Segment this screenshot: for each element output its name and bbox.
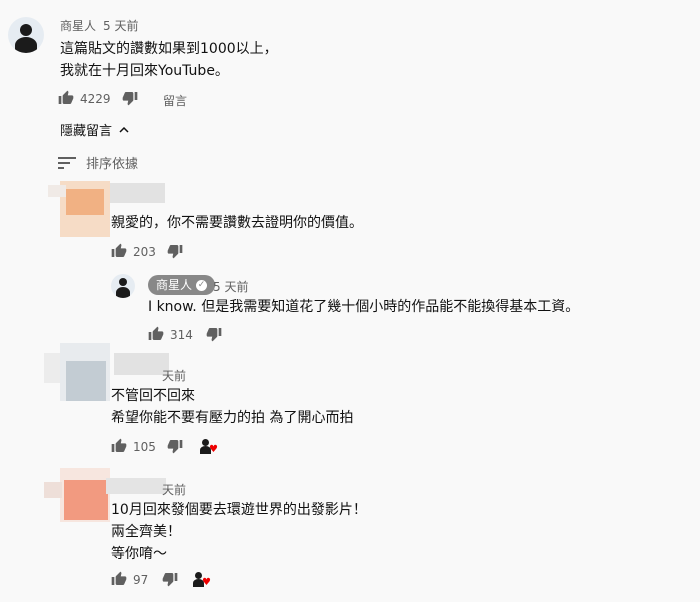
dislike-button[interactable] xyxy=(162,571,178,591)
dislike-button[interactable] xyxy=(167,438,183,458)
comment-line: 希望你能不要有壓力的拍 為了開心而拍 xyxy=(111,410,354,426)
avatar-creator[interactable] xyxy=(111,274,135,298)
thumbs-up-icon xyxy=(148,326,164,340)
like-button[interactable] xyxy=(58,90,74,110)
like-count: 314 xyxy=(170,328,193,342)
like-button[interactable] xyxy=(111,438,127,458)
hide-replies-label: 隱藏留言 xyxy=(60,124,113,139)
chevron-up-icon xyxy=(119,126,129,133)
thumbs-down-icon xyxy=(167,245,183,259)
sort-button[interactable]: 排序依據 xyxy=(58,153,138,172)
thumbs-up-icon xyxy=(111,243,127,257)
thumbs-up-icon xyxy=(111,438,127,452)
like-button[interactable] xyxy=(111,243,127,263)
reply-text: I know. 但是我需要知道花了幾十個小時的作品能不能換得基本工資。 xyxy=(148,299,580,315)
thumbs-down-icon xyxy=(206,328,222,342)
like-count: 4229 xyxy=(80,92,111,106)
like-button[interactable] xyxy=(111,571,127,591)
comment-timestamp[interactable]: 天前 xyxy=(162,367,186,384)
thumbs-down-icon xyxy=(162,573,178,587)
thumbs-up-icon xyxy=(58,90,74,104)
comment-timestamp[interactable]: 天前 xyxy=(162,481,186,498)
reply-text: 10月回來發個要去環遊世界的出發影片！ 兩全齊美！ 等你唷～ xyxy=(111,499,367,565)
like-count: 97 xyxy=(133,573,149,587)
sort-icon xyxy=(58,156,76,169)
comment-line: 我就在十月回來YouTube。 xyxy=(60,63,229,79)
thumbs-up-icon xyxy=(111,571,127,585)
comment-text: 這篇貼文的讚數如果到1000以上， 我就在十月回來YouTube。 xyxy=(60,38,278,82)
like-count: 105 xyxy=(133,440,156,454)
comment-line: 這篇貼文的讚數如果到1000以上， xyxy=(60,41,278,57)
comment-line: 10月回來發個要去環遊世界的出發影片！ xyxy=(111,502,367,518)
thumbs-down-icon xyxy=(167,440,183,454)
hide-replies-button[interactable]: 隱藏留言 xyxy=(60,120,130,139)
comment-timestamp[interactable]: 5 天前 xyxy=(213,278,248,295)
comment-author: 商星人 xyxy=(156,278,193,292)
creator-heart-icon: ♥ xyxy=(199,438,221,458)
dislike-button[interactable] xyxy=(206,326,222,346)
reply-text: 不管回不回來 希望你能不要有壓力的拍 為了開心而拍 xyxy=(111,385,353,429)
creator-heart-icon: ♥ xyxy=(192,571,214,591)
reply-text: 親愛的，你不需要讚數去證明你的價值。 xyxy=(111,215,363,231)
like-count: 203 xyxy=(133,245,156,259)
comment-line: 不管回不回來 xyxy=(111,388,195,404)
comment-line: 兩全齊美！ xyxy=(111,524,181,540)
reply-button[interactable]: 留言 xyxy=(163,92,187,109)
creator-badge[interactable]: 商星人 ✓ xyxy=(148,275,216,295)
dislike-button[interactable] xyxy=(122,90,138,110)
comment-author[interactable]: 商星人 xyxy=(60,17,96,34)
comment-timestamp[interactable]: 5 天前 xyxy=(103,17,138,34)
dislike-button[interactable] xyxy=(167,243,183,263)
sort-label: 排序依據 xyxy=(86,157,139,172)
comment-line: 等你唷～ xyxy=(111,546,167,562)
thumbs-down-icon xyxy=(122,92,138,106)
avatar-creator[interactable] xyxy=(8,17,44,53)
verified-check-icon: ✓ xyxy=(196,279,208,291)
